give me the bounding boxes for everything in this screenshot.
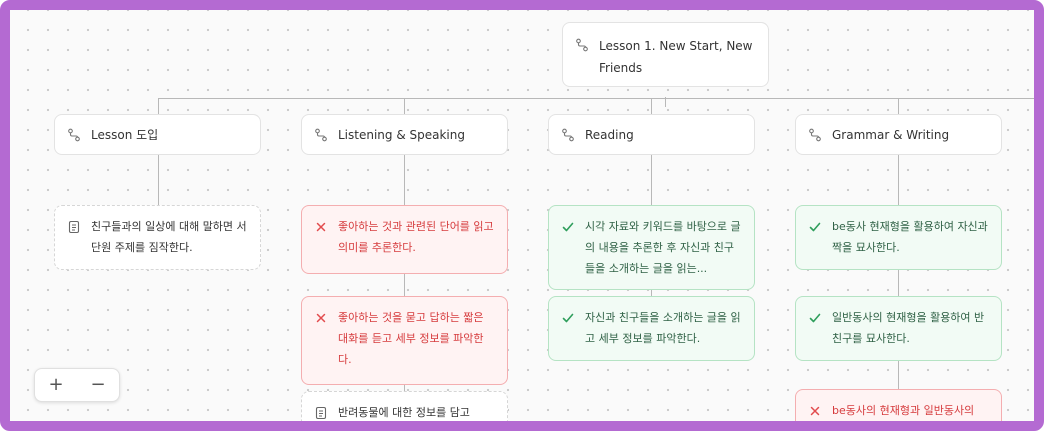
connector-line — [898, 98, 899, 114]
document-icon — [67, 220, 81, 234]
objective-card-complete[interactable]: be동사 현재형을 활용하여 자신과 짝을 묘사한다. — [795, 205, 1002, 270]
connector-line — [158, 98, 159, 114]
root-lesson-node[interactable]: Lesson 1. New Start, New Friends — [562, 22, 769, 87]
connector-line — [898, 270, 899, 296]
connector-line — [158, 98, 1034, 99]
route-icon — [561, 128, 575, 142]
objective-text: 친구들과의 일상에 대해 말하면 서 단원 주제를 짐작한다. — [91, 220, 247, 254]
root-label-line1: Lesson 1. New Start, New — [599, 39, 753, 53]
objective-card-complete[interactable]: 일반동사의 현재형을 활용하여 반 친구를 묘사한다. — [795, 296, 1002, 361]
check-icon — [561, 311, 575, 325]
lesson-label: Grammar & Writing — [832, 127, 950, 142]
objective-card-incomplete[interactable]: 좋아하는 것을 묻고 답하는 짧은 대화를 듣고 세부 정보를 파악한다. — [301, 296, 508, 385]
check-icon — [808, 220, 822, 234]
objective-card[interactable]: 반려동물에 대한 정보를 담고 — [301, 391, 508, 421]
objective-card-complete[interactable]: 시각 자료와 키워드를 바탕으로 글의 내용을 추론한 후 자신과 친구들을 소… — [548, 205, 755, 290]
objective-text: 좋아하는 것을 묻고 답하는 짧은 대화를 듣고 세부 정보를 파악한다. — [338, 311, 484, 366]
objective-card[interactable]: 친구들과의 일상에 대해 말하면 서 단원 주제를 짐작한다. — [54, 205, 261, 270]
connector-line — [158, 155, 159, 205]
lesson-node-listening[interactable]: Listening & Speaking — [301, 114, 508, 155]
lesson-label: Listening & Speaking — [338, 127, 465, 142]
lesson-node-reading[interactable]: Reading — [548, 114, 755, 155]
zoom-out-button[interactable]: − — [77, 369, 119, 401]
objective-text: be동사 현재형을 활용하여 자신과 짝을 묘사한다. — [832, 220, 988, 254]
objective-text: 자신과 친구들을 소개하는 글을 읽고 세부 정보를 파악한다. — [585, 311, 741, 345]
x-icon — [808, 404, 822, 418]
objective-text: 시각 자료와 키워드를 바탕으로 글의 내용을 추론한 후 자신과 친구들을 소… — [585, 220, 741, 275]
lesson-node-intro[interactable]: Lesson 도입 — [54, 114, 261, 155]
objective-text: 좋아하는 것과 관련된 단어를 읽고 의미를 추론한다. — [338, 220, 494, 254]
lesson-label: Lesson 도입 — [91, 128, 159, 142]
connector-line — [404, 155, 405, 205]
zoom-in-button[interactable]: + — [35, 369, 77, 401]
x-icon — [314, 220, 328, 234]
route-icon — [314, 128, 328, 142]
connector-line — [404, 274, 405, 296]
objective-card-complete[interactable]: 자신과 친구들을 소개하는 글을 읽고 세부 정보를 파악한다. — [548, 296, 755, 361]
objective-text: 반려동물에 대한 정보를 담고 — [338, 406, 470, 419]
x-icon — [314, 311, 328, 325]
connector-line — [898, 155, 899, 205]
mind-map-canvas[interactable]: Lesson 1. New Start, New Friends Lesson … — [10, 10, 1034, 421]
canvas-frame: Lesson 1. New Start, New Friends Lesson … — [0, 0, 1044, 431]
check-icon — [808, 311, 822, 325]
route-icon — [575, 38, 589, 52]
objective-text: be동사의 현재형과 일반동사의 — [832, 404, 975, 417]
connector-line — [651, 98, 652, 114]
objective-card-incomplete[interactable]: 좋아하는 것과 관련된 단어를 읽고 의미를 추론한다. — [301, 205, 508, 274]
objective-card-incomplete[interactable]: be동사의 현재형과 일반동사의 — [795, 389, 1002, 421]
plus-icon: + — [48, 374, 64, 395]
root-label-line2: Friends — [599, 61, 643, 75]
connector-line — [651, 155, 652, 205]
connector-line — [898, 361, 899, 389]
objective-text: 일반동사의 현재형을 활용하여 반 친구를 묘사한다. — [832, 311, 985, 345]
minus-icon: − — [90, 374, 106, 395]
route-icon — [67, 128, 81, 142]
document-icon — [314, 406, 328, 420]
route-icon — [808, 128, 822, 142]
lesson-label: Reading — [585, 127, 634, 142]
check-icon — [561, 220, 575, 234]
connector-line — [404, 98, 405, 114]
zoom-controls: + − — [34, 368, 120, 402]
lesson-node-grammar[interactable]: Grammar & Writing — [795, 114, 1002, 155]
